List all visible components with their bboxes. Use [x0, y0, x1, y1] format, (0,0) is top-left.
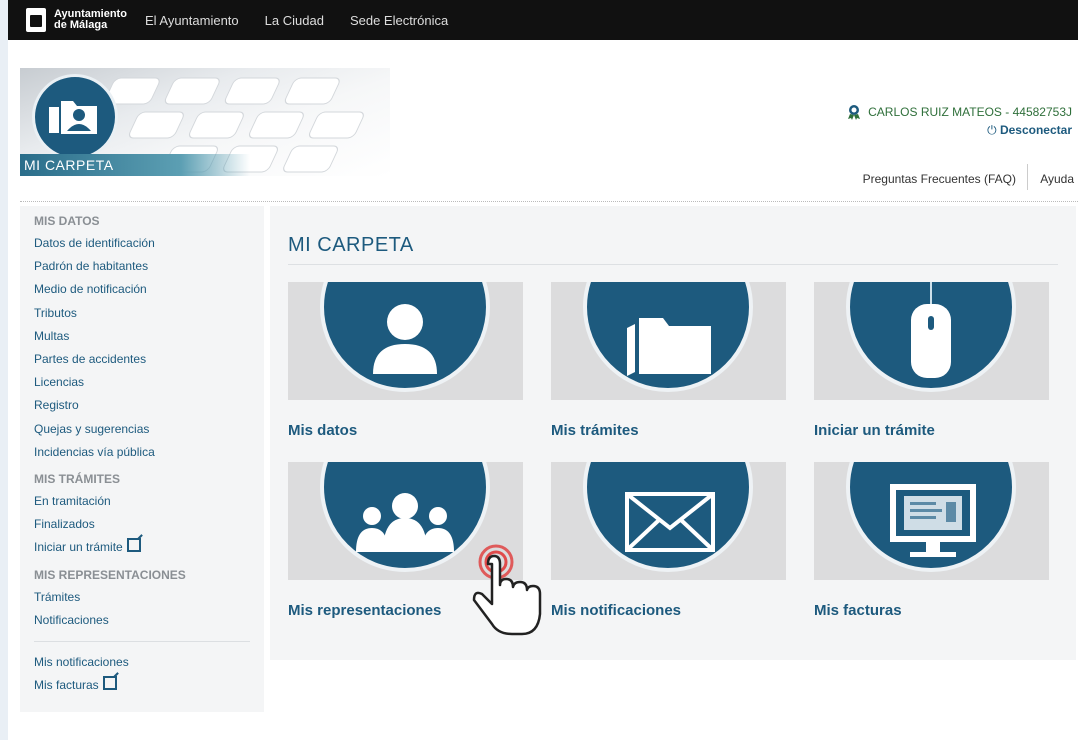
card-iniciar-tramite[interactable]: Iniciar un trámite: [814, 282, 1049, 439]
tile-mis-notificaciones[interactable]: [551, 462, 786, 580]
sidebar-item-finalizados[interactable]: Finalizados: [20, 513, 264, 536]
header-divider: [20, 201, 1078, 202]
sidebar-item-iniciar-tramite[interactable]: Iniciar un trámite: [20, 536, 264, 559]
sidebar-item-tributos[interactable]: Tributos: [20, 302, 264, 325]
group-icon: [356, 493, 454, 552]
nav-sede-electronica[interactable]: Sede Electrónica: [350, 13, 448, 28]
mouse-icon: [911, 282, 951, 378]
folder-badge-icon: [32, 74, 118, 160]
tile-iniciar-tramite[interactable]: [814, 282, 1049, 400]
monitor-invoice-icon: [890, 484, 976, 557]
card-label-mis-notificaciones[interactable]: Mis notificaciones: [551, 602, 786, 619]
card-mis-tramites[interactable]: Mis trámites: [551, 282, 786, 439]
main-panel: MI CARPETA Mis datos Mis trámites Inicia…: [270, 206, 1076, 660]
user-badge-icon: [848, 105, 861, 120]
card-label-iniciar-tramite[interactable]: Iniciar un trámite: [814, 422, 1049, 439]
sidebar-item-notificaciones[interactable]: Notificaciones: [20, 609, 264, 632]
card-mis-datos[interactable]: Mis datos: [288, 282, 523, 439]
sidebar-item-partes-accidentes[interactable]: Partes de accidentes: [20, 348, 264, 371]
section-mis-representaciones: MIS REPRESENTACIONES: [34, 567, 186, 582]
tile-mis-facturas[interactable]: [814, 462, 1049, 580]
sidebar-item-licencias[interactable]: Licencias: [20, 371, 264, 394]
nav-el-ayuntamiento[interactable]: El Ayuntamiento: [145, 13, 239, 28]
faq-link[interactable]: Preguntas Frecuentes (FAQ): [863, 172, 1016, 186]
card-mis-facturas[interactable]: Mis facturas: [814, 462, 1049, 619]
sidebar-item-multas[interactable]: Multas: [20, 325, 264, 348]
card-label-mis-facturas[interactable]: Mis facturas: [814, 602, 1049, 619]
external-link-icon: [102, 676, 117, 691]
tile-mis-tramites[interactable]: [551, 282, 786, 400]
city-crest-icon: [26, 8, 46, 32]
ayuntamiento-logo[interactable]: Ayuntamiento de Málaga: [26, 8, 127, 32]
section-mis-datos: MIS DATOS: [34, 214, 100, 228]
logo-line2: de Málaga: [54, 19, 108, 31]
sidebar-item-registro[interactable]: Registro: [20, 394, 264, 417]
iniciar-tramite-label: Iniciar un trámite: [34, 540, 123, 555]
page-title: MI CARPETA: [288, 234, 414, 256]
mis-facturas-label: Mis facturas: [34, 678, 99, 693]
top-navigation-bar: Ayuntamiento de Málaga El Ayuntamiento L…: [8, 0, 1078, 40]
banner-strip: MI CARPETA: [20, 154, 250, 176]
sidebar-item-tramites[interactable]: Trámites: [20, 586, 264, 609]
envelope-icon: [625, 492, 715, 552]
sidebar-item-datos-identificacion[interactable]: Datos de identificación: [20, 232, 264, 255]
disconnect-link[interactable]: ⏻ Desconectar: [987, 123, 1072, 138]
power-icon: ⏻: [987, 123, 1000, 137]
folder-icon: [627, 318, 711, 376]
title-underline: [288, 264, 1058, 265]
hand-pointer-cursor-icon: [472, 544, 542, 636]
mi-carpeta-banner: MI CARPETA: [20, 68, 390, 176]
sidebar-divider: [34, 641, 250, 643]
card-label-mis-tramites[interactable]: Mis trámites: [551, 422, 786, 439]
banner-label: MI CARPETA: [24, 157, 114, 173]
card-label-mis-datos[interactable]: Mis datos: [288, 422, 523, 439]
help-link[interactable]: Ayuda: [1040, 172, 1074, 186]
tile-mis-datos[interactable]: [288, 282, 523, 400]
header-separator: [1027, 164, 1028, 190]
user-info: CARLOS RUIZ MATEOS - 44582753J: [846, 104, 1072, 120]
sidebar-item-incidencias[interactable]: Incidencias vía pública: [20, 441, 264, 464]
sidebar-item-quejas[interactable]: Quejas y sugerencias: [20, 418, 264, 441]
sidebar-item-en-tramitacion[interactable]: En tramitación: [20, 490, 264, 513]
external-link-icon: [126, 538, 141, 553]
sidebar-item-mis-facturas[interactable]: Mis facturas: [20, 674, 264, 697]
left-edge: [0, 0, 8, 740]
card-mis-notificaciones[interactable]: Mis notificaciones: [551, 462, 786, 619]
sidebar: MIS DATOS Datos de identificación Padrón…: [20, 206, 264, 712]
section-mis-tramites: MIS TRÁMITES: [34, 472, 120, 487]
person-icon: [373, 304, 437, 374]
sidebar-item-padron[interactable]: Padrón de habitantes: [20, 255, 264, 278]
user-name: CARLOS RUIZ MATEOS - 44582753J: [868, 105, 1072, 119]
sidebar-item-medio-notificacion[interactable]: Medio de notificación: [20, 278, 264, 301]
sidebar-item-mis-notificaciones[interactable]: Mis notificaciones: [20, 651, 264, 674]
nav-la-ciudad[interactable]: La Ciudad: [265, 13, 324, 28]
disconnect-label: Desconectar: [999, 123, 1072, 137]
